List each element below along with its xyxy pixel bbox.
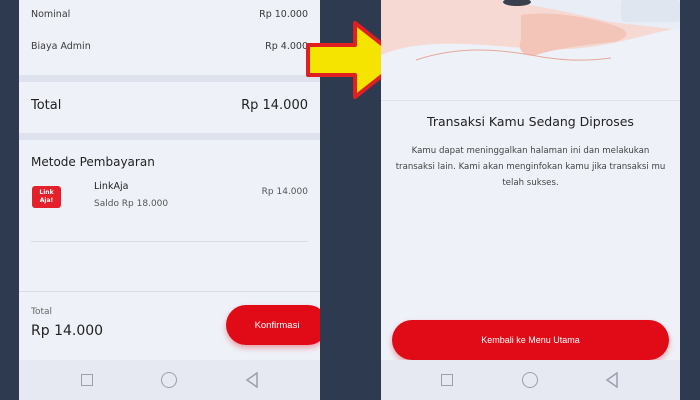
nominal-label: Nominal	[31, 9, 71, 20]
right-phone-screen: Transaksi Kamu Sedang Diproses Kamu dapa…	[381, 0, 680, 400]
circle-nav-icon[interactable]	[522, 372, 538, 388]
square-nav-icon[interactable]	[441, 374, 453, 386]
android-nav-bar	[381, 360, 680, 400]
divider-line	[381, 100, 680, 101]
confirm-button[interactable]: Konfirmasi	[226, 305, 320, 345]
back-triangle-nav-icon[interactable]	[605, 372, 619, 388]
total-row: Total Rp 14.000	[31, 98, 308, 113]
nominal-value: Rp 10.000	[259, 9, 308, 20]
total-value: Rp 14.000	[241, 98, 308, 113]
section-divider	[19, 75, 320, 82]
payment-balance: Saldo Rp 18.000	[94, 199, 169, 209]
back-triangle-nav-icon[interactable]	[245, 372, 259, 388]
total-label: Total	[31, 98, 62, 113]
android-nav-bar	[19, 360, 320, 400]
left-phone-screen: Nominal Rp 10.000 Biaya Admin Rp 4.000 T…	[19, 0, 320, 400]
section-divider	[19, 133, 320, 140]
payment-amount: Rp 14.000	[261, 187, 308, 197]
nominal-row: Nominal Rp 10.000	[31, 9, 308, 20]
divider-line	[31, 241, 308, 242]
back-to-main-menu-button[interactable]: Kembali ke Menu Utama	[392, 320, 669, 360]
admin-fee-row: Biaya Admin Rp 4.000	[31, 41, 308, 52]
status-description: Kamu dapat meninggalkan halaman ini dan …	[395, 146, 666, 188]
payment-name: LinkAja	[94, 181, 129, 192]
status-title: Transaksi Kamu Sedang Diproses	[427, 114, 634, 129]
bottom-total-label: Total	[31, 307, 53, 317]
admin-fee-value: Rp 4.000	[265, 41, 308, 52]
processing-illustration	[381, 0, 680, 100]
circle-nav-icon[interactable]	[161, 372, 177, 388]
square-nav-icon[interactable]	[81, 374, 93, 386]
admin-fee-label: Biaya Admin	[31, 41, 91, 52]
bottom-total-value: Rp 14.000	[31, 323, 104, 339]
payment-method-title: Metode Pembayaran	[31, 155, 155, 169]
linkaja-logo-icon: Link Aja!	[32, 186, 61, 208]
